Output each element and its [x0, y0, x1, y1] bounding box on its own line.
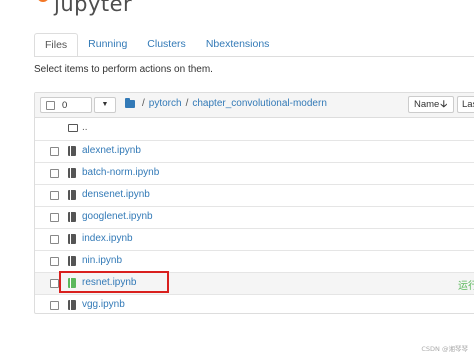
file-list-toolbar: 0 ▼ / pytorch / chapter_convolutional-mo…: [35, 93, 474, 118]
folder-icon: [68, 124, 78, 132]
folder-home-icon[interactable]: [125, 97, 135, 108]
list-item[interactable]: alexnet.ipynb: [35, 140, 474, 162]
notebook-icon: [68, 146, 76, 156]
notebook-icon: [68, 234, 76, 244]
sort-down-arrow-icon: 🡣: [440, 99, 448, 110]
breadcrumb: / pytorch / chapter_convolutional-modern: [125, 97, 327, 109]
file-name[interactable]: batch-norm.ipynb: [82, 167, 159, 178]
breadcrumb-pytorch[interactable]: pytorch: [149, 98, 182, 109]
row-checkbox[interactable]: [50, 169, 59, 178]
sort-by-name-button[interactable]: Name🡣: [408, 96, 454, 113]
tab-running[interactable]: Running: [78, 33, 137, 55]
row-checkbox[interactable]: [50, 279, 59, 288]
notebook-icon: [68, 190, 76, 200]
tab-bar: Files Running Clusters Nbextensions: [34, 33, 279, 57]
notebook-icon: [68, 300, 76, 310]
breadcrumb-sep: /: [142, 98, 145, 109]
list-item[interactable]: nin.ipynb: [35, 250, 474, 272]
watermark: CSDN @湘琴琴: [421, 345, 468, 353]
select-dropdown-button[interactable]: ▼: [94, 97, 116, 113]
breadcrumb-chapter[interactable]: chapter_convolutional-modern: [192, 98, 327, 109]
header: jupyter: [0, 0, 474, 22]
file-name[interactable]: googlenet.ipynb: [82, 211, 153, 222]
sort-by-last-modified-button[interactable]: Las: [457, 96, 474, 113]
list-item[interactable]: resnet.ipynb 运行: [35, 272, 474, 294]
row-checkbox[interactable]: [50, 213, 59, 222]
list-item[interactable]: index.ipynb: [35, 228, 474, 250]
logo-text: jupyter: [54, 0, 133, 16]
jupyter-logo[interactable]: jupyter: [36, 0, 132, 16]
running-notebook-icon: [68, 278, 76, 288]
row-checkbox[interactable]: [50, 257, 59, 266]
list-item[interactable]: ..: [35, 118, 474, 140]
notebook-icon: [68, 256, 76, 266]
file-list-panel: 0 ▼ / pytorch / chapter_convolutional-mo…: [34, 92, 474, 314]
select-all-button[interactable]: 0: [40, 97, 92, 113]
tab-clusters[interactable]: Clusters: [137, 33, 196, 55]
breadcrumb-sep: /: [185, 98, 189, 109]
list-item[interactable]: googlenet.ipynb: [35, 206, 474, 228]
list-item[interactable]: densenet.ipynb: [35, 184, 474, 206]
file-name[interactable]: vgg.ipynb: [82, 299, 125, 310]
notebook-icon: [68, 212, 76, 222]
row-checkbox[interactable]: [50, 301, 59, 310]
list-item[interactable]: vgg.ipynb: [35, 294, 474, 316]
list-item[interactable]: batch-norm.ipynb: [35, 162, 474, 184]
row-checkbox[interactable]: [50, 147, 59, 156]
row-checkbox[interactable]: [50, 191, 59, 200]
select-all-checkbox[interactable]: [46, 100, 55, 110]
file-name[interactable]: ..: [82, 122, 88, 133]
row-checkbox[interactable]: [50, 235, 59, 244]
file-name[interactable]: densenet.ipynb: [82, 189, 150, 200]
instructions-text: Select items to perform actions on them.: [34, 64, 213, 75]
notebook-icon: [68, 168, 76, 178]
tab-nbextensions[interactable]: Nbextensions: [196, 33, 280, 55]
selected-count: 0: [62, 99, 68, 111]
jupyter-orb-icon: [36, 0, 50, 14]
file-name[interactable]: resnet.ipynb: [82, 277, 136, 288]
tab-files[interactable]: Files: [34, 33, 79, 57]
running-status: 运行: [458, 281, 474, 292]
tab-divider: [34, 56, 474, 57]
file-name[interactable]: index.ipynb: [82, 233, 133, 244]
file-name[interactable]: nin.ipynb: [82, 255, 122, 266]
file-name[interactable]: alexnet.ipynb: [82, 145, 141, 156]
sort-name-label: Name: [414, 99, 440, 110]
